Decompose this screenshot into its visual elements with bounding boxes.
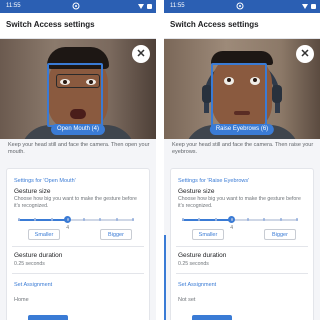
divider	[176, 246, 308, 247]
battery-icon	[311, 4, 316, 9]
wifi-icon	[302, 4, 308, 9]
scroll-indicator	[164, 235, 166, 320]
app-title: Switch Access settings	[6, 20, 95, 29]
settings-for-heading: Settings for 'Raise Eyebrows'	[178, 178, 250, 184]
close-icon[interactable]: ✕	[132, 45, 150, 63]
camera-preview: ✕ Raise Eyebrows (6)	[164, 39, 320, 139]
gesture-size-title: Gesture size	[14, 188, 51, 195]
close-icon[interactable]: ✕	[296, 45, 314, 63]
status-time: 11:55	[170, 3, 185, 9]
face-detection-box	[47, 63, 103, 127]
screen-raise-eyebrows: 11:55 Switch Access settings ✕ Raise Eye…	[164, 0, 320, 320]
assignment-value[interactable]: Not set	[178, 297, 195, 303]
bottom-action-button[interactable]	[28, 315, 68, 320]
divider	[176, 273, 308, 274]
gesture-label-badge: Raise Eyebrows (6)	[209, 124, 275, 135]
slider-value: 4	[230, 225, 233, 231]
bottom-action-button[interactable]	[192, 315, 232, 320]
bigger-button[interactable]: Bigger	[100, 229, 132, 240]
settings-for-heading: Settings for 'Open Mouth'	[14, 178, 76, 184]
comparison-screens: 11:55 Switch Access settings ✕ Open Mout…	[0, 0, 320, 320]
slider-tick	[182, 218, 184, 221]
gesture-duration-title[interactable]: Gesture duration	[14, 252, 62, 259]
gesture-label-badge: Open Mouth (4)	[50, 124, 106, 135]
status-bar: 11:55	[0, 0, 156, 13]
slider-tick	[66, 218, 69, 221]
smaller-button[interactable]: Smaller	[192, 229, 224, 240]
status-time: 11:55	[6, 3, 21, 9]
slider-tick	[214, 218, 217, 221]
slider-fill	[182, 219, 232, 221]
divider	[12, 273, 144, 274]
instructions-text: Keep your head still and face the camera…	[8, 142, 150, 155]
slider-tick	[50, 218, 53, 221]
set-assignment-heading: Set Assignment	[178, 282, 217, 288]
slider-tick	[132, 218, 134, 221]
screen-open-mouth: 11:55 Switch Access settings ✕ Open Mout…	[0, 0, 156, 320]
gesture-size-title: Gesture size	[178, 188, 215, 195]
slider-tick	[296, 218, 298, 221]
slider-tick	[115, 218, 118, 221]
face-detection-box	[211, 63, 267, 127]
app-bar: Switch Access settings	[0, 13, 156, 39]
slider-tick	[230, 218, 233, 221]
gesture-duration-value: 0.25 seconds	[178, 261, 209, 267]
slider-fill	[18, 219, 68, 221]
app-title: Switch Access settings	[170, 20, 259, 29]
slider-tick	[18, 218, 20, 221]
slider-value: 4	[66, 225, 69, 231]
slider-tick	[279, 218, 282, 221]
camera-preview: ✕ Open Mouth (4)	[0, 39, 156, 139]
app-bar: Switch Access settings	[164, 13, 320, 39]
gesture-duration-title[interactable]: Gesture duration	[178, 252, 226, 259]
instructions-text: Keep your head still and face the camera…	[172, 142, 314, 155]
gesture-size-description: Choose how big you want to make the gest…	[178, 196, 301, 209]
switch-access-icon	[72, 2, 80, 10]
slider-tick	[247, 218, 250, 221]
slider-tick	[83, 218, 86, 221]
battery-icon	[147, 4, 152, 9]
bigger-button[interactable]: Bigger	[264, 229, 296, 240]
status-bar: 11:55	[164, 0, 320, 13]
divider	[12, 246, 144, 247]
gesture-size-description: Choose how big you want to make the gest…	[14, 196, 137, 209]
wifi-icon	[138, 4, 144, 9]
headphone-earcup-right	[272, 85, 282, 103]
gesture-duration-value: 0.25 seconds	[14, 261, 45, 267]
set-assignment-heading: Set Assignment	[14, 282, 53, 288]
switch-access-icon	[236, 2, 244, 10]
assignment-value[interactable]: Home	[14, 297, 29, 303]
smaller-button[interactable]: Smaller	[28, 229, 60, 240]
